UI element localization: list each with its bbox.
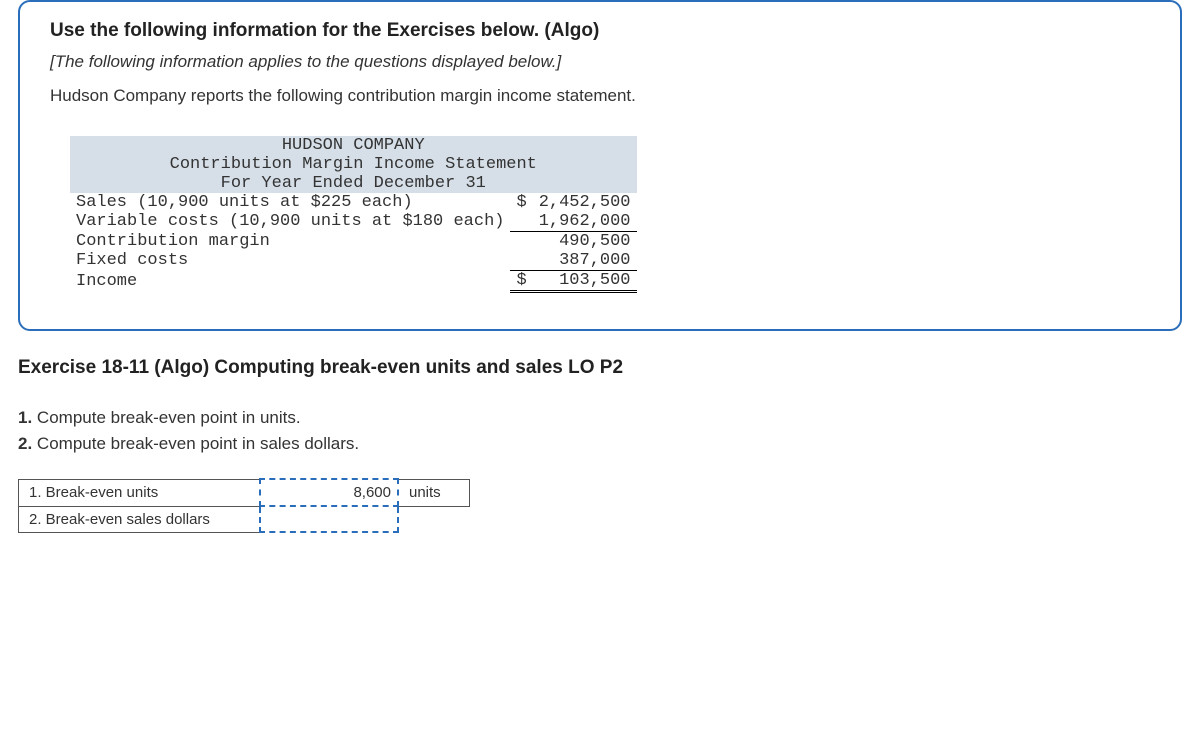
question-list: 1. Compute break-even point in units. 2.… (18, 405, 1182, 456)
answer-row-2-unit (398, 506, 470, 532)
info-italic-note: [The following information applies to th… (50, 52, 1150, 72)
stmt-row-amount: 2,452,500 (533, 193, 637, 212)
stmt-row-cur (510, 251, 532, 271)
stmt-row-label: Income (70, 271, 510, 292)
stmt-row-label: Fixed costs (70, 251, 510, 271)
question-2: Compute break-even point in sales dollar… (37, 434, 359, 453)
answer-row-2-label: 2. Break-even sales dollars (19, 506, 261, 532)
question-1: Compute break-even point in units. (37, 408, 301, 427)
stmt-row-label: Sales (10,900 units at $225 each) (70, 193, 510, 212)
answer-row-1-label: 1. Break-even units (19, 479, 261, 506)
stmt-company: HUDSON COMPANY (70, 136, 637, 155)
stmt-row-amount: 490,500 (533, 232, 637, 252)
info-body: Hudson Company reports the following con… (50, 86, 1150, 106)
stmt-row-label: Contribution margin (70, 232, 510, 252)
break-even-sales-input[interactable] (260, 506, 398, 532)
info-title: Use the following information for the Ex… (50, 20, 1150, 42)
stmt-subtitle: Contribution Margin Income Statement (70, 155, 637, 174)
answer-table: 1. Break-even units 8,600 units 2. Break… (18, 478, 470, 533)
break-even-units-input[interactable]: 8,600 (260, 479, 398, 506)
stmt-row-amount: 103,500 (533, 271, 637, 292)
stmt-period: For Year Ended December 31 (70, 174, 637, 193)
stmt-row-amount: 1,962,000 (533, 212, 637, 232)
info-box: Use the following information for the Ex… (18, 0, 1182, 331)
exercise-title: Exercise 18-11 (Algo) Computing break-ev… (18, 357, 1182, 379)
stmt-row-label: Variable costs (10,900 units at $180 eac… (70, 212, 510, 232)
stmt-row-amount: 387,000 (533, 251, 637, 271)
stmt-row-cur (510, 212, 532, 232)
income-statement: HUDSON COMPANY Contribution Margin Incom… (70, 136, 1150, 293)
stmt-row-cur: $ (510, 193, 532, 212)
stmt-row-cur: $ (510, 271, 532, 292)
answer-row-1-unit: units (398, 479, 470, 506)
stmt-row-cur (510, 232, 532, 252)
